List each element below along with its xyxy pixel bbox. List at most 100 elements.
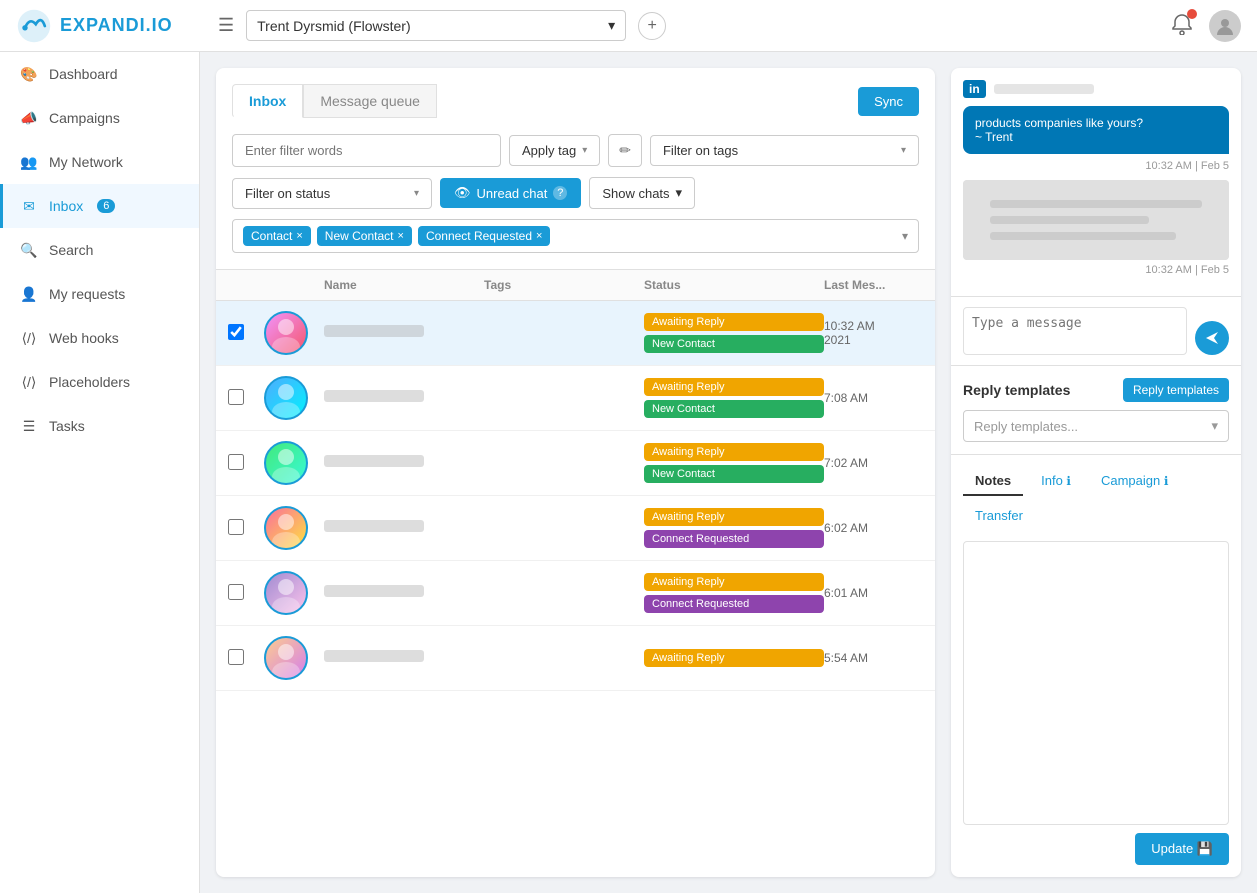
tag-contact-remove-icon[interactable]: ×: [296, 230, 302, 242]
row-name: [324, 390, 484, 406]
sidebar-item-inbox[interactable]: ✉ Inbox 6: [0, 184, 199, 228]
row-checkbox[interactable]: [228, 454, 244, 470]
row-status: Awaiting Reply: [644, 649, 824, 667]
table-row[interactable]: Awaiting Reply 5:54 AM: [216, 626, 935, 691]
tag-chip-contact[interactable]: Contact ×: [243, 226, 311, 246]
filter-status-button[interactable]: Filter on status ▾: [232, 178, 432, 209]
row-name: [324, 325, 484, 341]
filter-tags-label: Filter on tags: [663, 143, 738, 158]
row-status: Awaiting Reply Connect Requested: [644, 573, 824, 613]
active-tags-container: Contact × New Contact × Connect Requeste…: [232, 219, 919, 253]
reply-templates-select[interactable]: Reply templates... ▾: [963, 410, 1229, 442]
status-badge-awaiting: Awaiting Reply: [644, 313, 824, 331]
table-row[interactable]: Awaiting Reply Connect Requested 6:02 AM: [216, 496, 935, 561]
tag-new-contact-remove-icon[interactable]: ×: [398, 230, 404, 242]
apply-tag-button[interactable]: Apply tag ▾: [509, 135, 600, 166]
row-checkbox[interactable]: [228, 649, 244, 665]
sidebar-label-network: My Network: [49, 154, 123, 170]
send-button[interactable]: [1195, 321, 1229, 355]
avatar-person-icon: [266, 313, 306, 353]
filter-status-chevron-icon: ▾: [414, 188, 419, 199]
user-avatar[interactable]: [1209, 10, 1241, 42]
sidebar: 🎨 Dashboard 📣 Campaigns 👥 My Network ✉ I…: [0, 52, 200, 893]
tab-info[interactable]: Info ℹ: [1029, 467, 1083, 496]
status-badge-awaiting: Awaiting Reply: [644, 443, 824, 461]
send-icon: [1204, 330, 1220, 346]
table-row[interactable]: Awaiting Reply New Contact 10:32 AM2021: [216, 301, 935, 366]
row-checkbox[interactable]: [228, 519, 244, 535]
row-checkbox[interactable]: [228, 324, 244, 340]
notifications-button[interactable]: [1171, 13, 1193, 38]
row-status: Awaiting Reply New Contact: [644, 378, 824, 418]
name-blurred: [324, 650, 424, 662]
sidebar-item-requests[interactable]: 👤 My requests: [0, 272, 199, 316]
filter-row-1: Apply tag ▾ ✏ Filter on tags ▾: [232, 134, 919, 167]
col-lastmsg: Last Mes...: [824, 278, 935, 292]
row-name: [324, 520, 484, 536]
row-checkbox[interactable]: [228, 584, 244, 600]
tag-chip-new-contact[interactable]: New Contact ×: [317, 226, 412, 246]
status-badge-connect-requested: Connect Requested: [644, 530, 824, 548]
dashboard-icon: 🎨: [19, 64, 39, 84]
inbox-tabs: Inbox Message queue Sync: [232, 84, 919, 118]
tab-campaign[interactable]: Campaign ℹ: [1089, 467, 1180, 496]
message-input-area: [951, 297, 1241, 366]
show-chats-button[interactable]: Show chats ▾: [589, 177, 695, 209]
add-account-button[interactable]: +: [638, 12, 666, 40]
row-time: 10:32 AM2021: [824, 319, 935, 347]
row-time: 7:08 AM: [824, 391, 935, 405]
row-checkbox[interactable]: [228, 389, 244, 405]
edit-filter-button[interactable]: ✏: [608, 134, 642, 167]
chat-bubble: products companies like yours? ~ Trent: [963, 106, 1229, 154]
apply-tag-label: Apply tag: [522, 143, 576, 158]
sidebar-item-dashboard[interactable]: 🎨 Dashboard: [0, 52, 199, 96]
name-blurred: [324, 520, 424, 532]
sidebar-item-search[interactable]: 🔍 Search: [0, 228, 199, 272]
unread-chat-button[interactable]: 👁 Unread chat ?: [440, 178, 581, 208]
edit-icon: ✏: [619, 142, 631, 158]
account-chevron-icon: ▾: [608, 17, 615, 34]
reply-templates-placeholder: Reply templates...: [974, 419, 1078, 434]
sidebar-item-webhooks[interactable]: ⟨/⟩ Web hooks: [0, 316, 199, 360]
tab-transfer[interactable]: Transfer: [963, 502, 1035, 531]
filter-tags-chevron-icon: ▾: [901, 145, 906, 156]
filter-tags-button[interactable]: Filter on tags ▾: [650, 135, 919, 166]
table-row[interactable]: Awaiting Reply New Contact 7:02 AM: [216, 431, 935, 496]
requests-icon: 👤: [19, 284, 39, 304]
row-status: Awaiting Reply New Contact: [644, 443, 824, 483]
col-status: Status: [644, 278, 824, 292]
tag-chip-connect-requested[interactable]: Connect Requested ×: [418, 226, 551, 246]
sidebar-item-network[interactable]: 👥 My Network: [0, 140, 199, 184]
row-status: Awaiting Reply New Contact: [644, 313, 824, 353]
reply-templates-button[interactable]: Reply templates: [1123, 378, 1229, 402]
status-badge-new-contact: New Contact: [644, 465, 824, 483]
sidebar-item-placeholders[interactable]: ⟨/⟩ Placeholders: [0, 360, 199, 404]
tags-expand-icon[interactable]: ▾: [902, 229, 908, 243]
sidebar-item-tasks[interactable]: ☰ Tasks: [0, 404, 199, 448]
row-name: [324, 650, 484, 666]
chat-signature: ~ Trent: [975, 130, 1217, 144]
status-badge-awaiting: Awaiting Reply: [644, 378, 824, 396]
table-row[interactable]: Awaiting Reply Connect Requested 6:01 AM: [216, 561, 935, 626]
chat-preview: in products companies like yours? ~ Tren…: [951, 68, 1241, 297]
sidebar-label-webhooks: Web hooks: [49, 330, 119, 346]
notes-textarea[interactable]: [963, 541, 1229, 825]
notes-section: Notes Info ℹ Campaign ℹ Transfer Update …: [951, 455, 1241, 877]
tag-connect-requested-remove-icon[interactable]: ×: [536, 230, 542, 242]
tab-notes[interactable]: Notes: [963, 467, 1023, 496]
tab-inbox[interactable]: Inbox: [232, 84, 303, 118]
tag-contact-label: Contact: [251, 229, 292, 243]
account-selector[interactable]: Trent Dyrsmid (Flowster) ▾: [246, 10, 626, 41]
table-row[interactable]: Awaiting Reply New Contact 7:08 AM: [216, 366, 935, 431]
filter-words-input[interactable]: [232, 134, 501, 167]
hamburger-button[interactable]: ☰: [218, 15, 234, 36]
sync-button[interactable]: Sync: [858, 87, 919, 116]
sidebar-item-campaigns[interactable]: 📣 Campaigns: [0, 96, 199, 140]
network-icon: 👥: [19, 152, 39, 172]
update-button[interactable]: Update 💾: [1135, 833, 1229, 865]
message-input[interactable]: [963, 307, 1187, 355]
inbox-header: Inbox Message queue Sync Apply tag ▾ ✏: [216, 68, 935, 270]
tab-message-queue[interactable]: Message queue: [303, 84, 437, 118]
col-tags: Tags: [484, 278, 644, 292]
avatar-person-icon: [266, 508, 306, 548]
